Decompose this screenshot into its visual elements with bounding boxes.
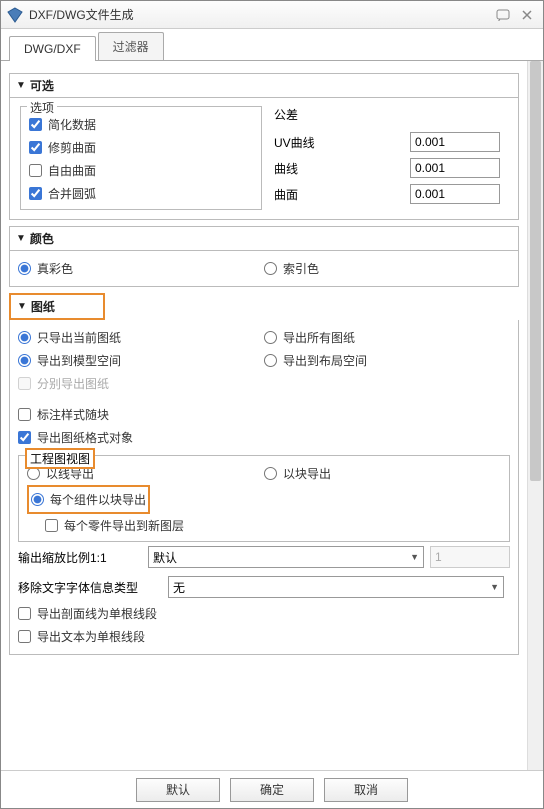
triangle-down-icon: ▼ [16,80,26,91]
options-group: 选项 简化数据 修剪曲面 自由曲面 合并圆弧 [20,106,262,210]
close-icon[interactable] [517,7,537,23]
chk-text-single[interactable]: 导出文本为单根线段 [18,625,510,648]
tab-bar: DWG/DXF 过滤器 [1,29,543,61]
input-scale-num: 1 [430,546,510,568]
lbl-scale: 输出缩放比例1:1 [18,549,148,566]
tolerance-legend: 公差 [274,106,500,123]
combo-scale[interactable]: 默认▼ [148,546,424,568]
rad-layout-space[interactable]: 导出到布局空间 [264,349,510,372]
options-legend: 选项 [27,99,57,116]
lbl-surface: 曲面 [274,186,410,203]
section-optional-title: 可选 [30,77,54,94]
scrollbar[interactable] [527,61,543,770]
section-sheet-header[interactable]: ▼ 图纸 [9,293,105,320]
section-color-header[interactable]: ▼ 颜色 [9,226,519,251]
app-icon [7,7,23,23]
tab-filter[interactable]: 过滤器 [98,32,164,60]
ok-button[interactable]: 确定 [230,778,314,802]
chk-free[interactable]: 自由曲面 [29,159,253,182]
input-curve[interactable] [410,158,500,178]
rad-as-block[interactable]: 以块导出 [264,462,501,485]
cancel-button[interactable]: 取消 [324,778,408,802]
chk-separate-sheets: 分别导出图纸 [18,372,510,395]
rad-component-block[interactable]: 每个组件以块导出 [31,488,146,511]
rad-all-sheets[interactable]: 导出所有图纸 [264,326,510,349]
tab-dwg-dxf[interactable]: DWG/DXF [9,36,96,61]
chk-part-layer[interactable]: 每个零件导出到新图层 [45,514,501,537]
rad-truecolor[interactable]: 真彩色 [18,257,264,280]
chk-format-obj[interactable]: 导出图纸格式对象 [18,426,510,449]
lbl-uv: UV曲线 [274,134,410,151]
titlebar: DXF/DWG文件生成 [1,1,543,29]
triangle-down-icon: ▼ [17,301,27,312]
input-uv[interactable] [410,132,500,152]
chk-simplify[interactable]: 简化数据 [29,113,253,136]
chevron-down-icon: ▼ [410,552,419,562]
help-icon[interactable] [493,7,513,23]
rad-current-sheet[interactable]: 只导出当前图纸 [18,326,264,349]
footer: 默认 确定 取消 [1,770,543,808]
rad-indexed[interactable]: 索引色 [264,257,510,280]
drawing-view-legend: 工程图视图 [25,448,95,469]
window-title: DXF/DWG文件生成 [29,6,489,23]
chk-trim[interactable]: 修剪曲面 [29,136,253,159]
combo-font[interactable]: 无▼ [168,576,504,598]
input-surface[interactable] [410,184,500,204]
section-sheet-title: 图纸 [31,298,55,315]
section-color-title: 颜色 [30,230,54,247]
chevron-down-icon: ▼ [490,582,499,592]
content-area: ▼ 可选 选项 简化数据 修剪曲面 自由曲面 合并圆弧 [1,61,527,770]
lbl-font: 移除文字字体信息类型 [18,579,168,596]
triangle-down-icon: ▼ [16,233,26,244]
rad-model-space[interactable]: 导出到模型空间 [18,349,264,372]
tolerance-group: 公差 UV曲线 曲线 曲面 [266,106,508,211]
chk-merge[interactable]: 合并圆弧 [29,182,253,205]
lbl-curve: 曲线 [274,160,410,177]
default-button[interactable]: 默认 [136,778,220,802]
chk-dim-block[interactable]: 标注样式随块 [18,403,510,426]
drawing-view-group: 工程图视图 以线导出 以块导出 每个组件以块导出 每个零件导出到新图层 [18,455,510,542]
scrollbar-thumb[interactable] [530,61,541,481]
section-optional-header[interactable]: ▼ 可选 [9,73,519,98]
chk-section-single[interactable]: 导出剖面线为单根线段 [18,602,510,625]
